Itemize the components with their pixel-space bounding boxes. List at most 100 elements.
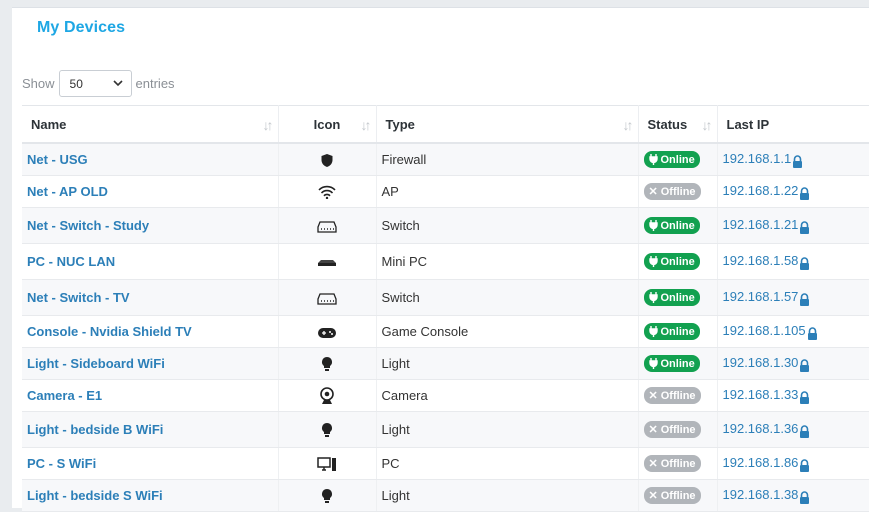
status-badge: ✕ Offline: [643, 455, 701, 472]
sort-icon: ↓↑: [360, 117, 372, 133]
lock-icon: [799, 184, 810, 200]
camera-icon: [319, 386, 335, 404]
device-name-cell: Net - AP OLD: [22, 175, 279, 208]
lock-icon: [807, 324, 818, 340]
table-row: Camera - E1 Camera ✕ Offline 192.168.1.33: [22, 379, 869, 412]
status-label: Online: [660, 357, 695, 370]
device-ip-link[interactable]: 192.168.1.22: [723, 183, 799, 198]
device-icon-cell: [278, 175, 377, 208]
device-ip-link[interactable]: 192.168.1.105: [723, 323, 806, 338]
status-badge: Online: [643, 151, 700, 169]
lightbulb-icon: [321, 421, 333, 437]
column-header-status[interactable]: Status ↓↑: [638, 105, 718, 144]
status-label: Offline: [660, 423, 696, 436]
device-ip-cell: 192.168.1.58: [717, 243, 869, 280]
device-status-cell: Online: [638, 279, 718, 316]
desktop-pc-icon: [317, 455, 337, 471]
column-header-name[interactable]: Name ↓↑: [22, 105, 279, 144]
status-label: Offline: [660, 185, 696, 198]
plug-icon: [648, 326, 658, 338]
device-name-link[interactable]: Net - USG: [27, 152, 88, 167]
device-name-link[interactable]: Net - AP OLD: [27, 184, 108, 199]
gamepad-icon: [317, 324, 337, 339]
status-badge: ✕ Offline: [643, 421, 701, 438]
device-name-link[interactable]: Camera - E1: [27, 388, 102, 403]
device-type: Light: [376, 411, 639, 448]
table-row: PC - NUC LAN Mini PC Online 192.168.1.58: [22, 243, 869, 280]
device-type: Mini PC: [376, 243, 639, 280]
column-header-last-ip[interactable]: Last IP↓↑: [717, 105, 869, 144]
device-ip-link[interactable]: 192.168.1.57: [723, 289, 799, 304]
table-row: Net - USG Firewall Online 192.168.1.1: [22, 143, 869, 176]
column-header-type[interactable]: Type ↓↑: [376, 105, 639, 144]
device-name-link[interactable]: Console - Nvidia Shield TV: [27, 324, 192, 339]
device-ip-cell: 192.168.1.30: [717, 347, 869, 380]
lock-icon: [799, 488, 810, 504]
sort-icon: ↓↑: [622, 117, 634, 133]
page-title: My Devices: [37, 19, 126, 36]
device-type: Switch: [376, 207, 639, 244]
table-row: Net - Switch - Study Switch Online 192.168.…: [22, 207, 869, 244]
device-name-link[interactable]: Net - Switch - Study: [27, 218, 149, 233]
table-header-row: Name↓↑ Icon↓↑ Type↓↑ Status↓↑ Last IP↓↑: [22, 105, 869, 144]
device-ip-link[interactable]: 192.168.1.36: [723, 421, 799, 436]
plug-icon: [648, 358, 658, 370]
entries-select[interactable]: 50: [58, 70, 132, 97]
plug-icon: [648, 220, 658, 232]
device-name-link[interactable]: Light - bedside S WiFi: [27, 488, 163, 503]
status-badge: Online: [643, 217, 700, 235]
status-badge: ✕ Offline: [643, 387, 701, 404]
device-ip-cell: 192.168.1.21: [717, 207, 869, 244]
device-ip-cell: 192.168.1.1: [717, 143, 869, 176]
close-icon: ✕: [648, 186, 658, 198]
device-icon-cell: [278, 411, 377, 448]
device-icon-cell: [278, 379, 377, 412]
device-type: Game Console: [376, 315, 639, 348]
status-label: Online: [660, 325, 695, 338]
wifi-icon: [318, 184, 336, 200]
device-ip-cell: 192.168.1.38: [717, 479, 869, 512]
close-icon: ✕: [648, 458, 658, 470]
status-badge: Online: [643, 253, 700, 271]
devices-table: Name↓↑ Icon↓↑ Type↓↑ Status↓↑ Last IP↓↑ …: [22, 105, 869, 512]
device-name-link[interactable]: PC - NUC LAN: [27, 254, 115, 269]
device-ip-link[interactable]: 192.168.1.58: [723, 253, 799, 268]
device-ip-link[interactable]: 192.168.1.30: [723, 355, 799, 370]
status-badge: ✕ Offline: [643, 183, 701, 200]
table-row: Light - bedside S WiFi Light ✕ Offline 192.1…: [22, 479, 869, 512]
table-row: Console - Nvidia Shield TV Game Console On…: [22, 315, 869, 348]
device-ip-link[interactable]: 192.168.1.86: [723, 455, 799, 470]
device-ip-link[interactable]: 192.168.1.38: [723, 487, 799, 502]
status-label: Online: [660, 291, 695, 304]
device-ip-cell: 192.168.1.33: [717, 379, 869, 412]
device-ip-cell: 192.168.1.36: [717, 411, 869, 448]
device-type: Light: [376, 347, 639, 380]
device-name-link[interactable]: PC - S WiFi: [27, 456, 96, 471]
device-ip-link[interactable]: 192.168.1.1: [723, 151, 792, 166]
close-icon: ✕: [648, 424, 658, 436]
show-label: Show: [22, 76, 55, 91]
device-name-cell: PC - NUC LAN: [22, 243, 279, 280]
table-row: Light - bedside B WiFi Light ✕ Offline 192.1…: [22, 411, 869, 448]
device-ip-link[interactable]: 192.168.1.21: [723, 217, 799, 232]
chevron-down-icon: [112, 78, 123, 90]
table-row: Light - Sideboard WiFi Light Online 192.168…: [22, 347, 869, 380]
device-status-cell: ✕ Offline: [638, 175, 718, 208]
device-name-link[interactable]: Light - Sideboard WiFi: [27, 356, 165, 371]
status-badge: ✕ Offline: [643, 487, 701, 504]
lock-icon: [799, 254, 810, 270]
column-header-icon[interactable]: Icon ↓↑: [278, 105, 377, 144]
device-name-cell: Net - USG: [22, 143, 279, 176]
plug-icon: [648, 256, 658, 268]
device-status-cell: Online: [638, 315, 718, 348]
device-name-link[interactable]: Net - Switch - TV: [27, 290, 130, 305]
device-icon-cell: [278, 479, 377, 512]
device-icon-cell: [278, 243, 377, 280]
device-name-link[interactable]: Light - bedside B WiFi: [27, 422, 163, 437]
status-label: Offline: [660, 457, 696, 470]
device-name-cell: Light - bedside B WiFi: [22, 411, 279, 448]
device-ip-link[interactable]: 192.168.1.33: [723, 387, 799, 402]
status-badge: Online: [643, 323, 700, 341]
device-status-cell: ✕ Offline: [638, 447, 718, 480]
device-icon-cell: [278, 447, 377, 480]
